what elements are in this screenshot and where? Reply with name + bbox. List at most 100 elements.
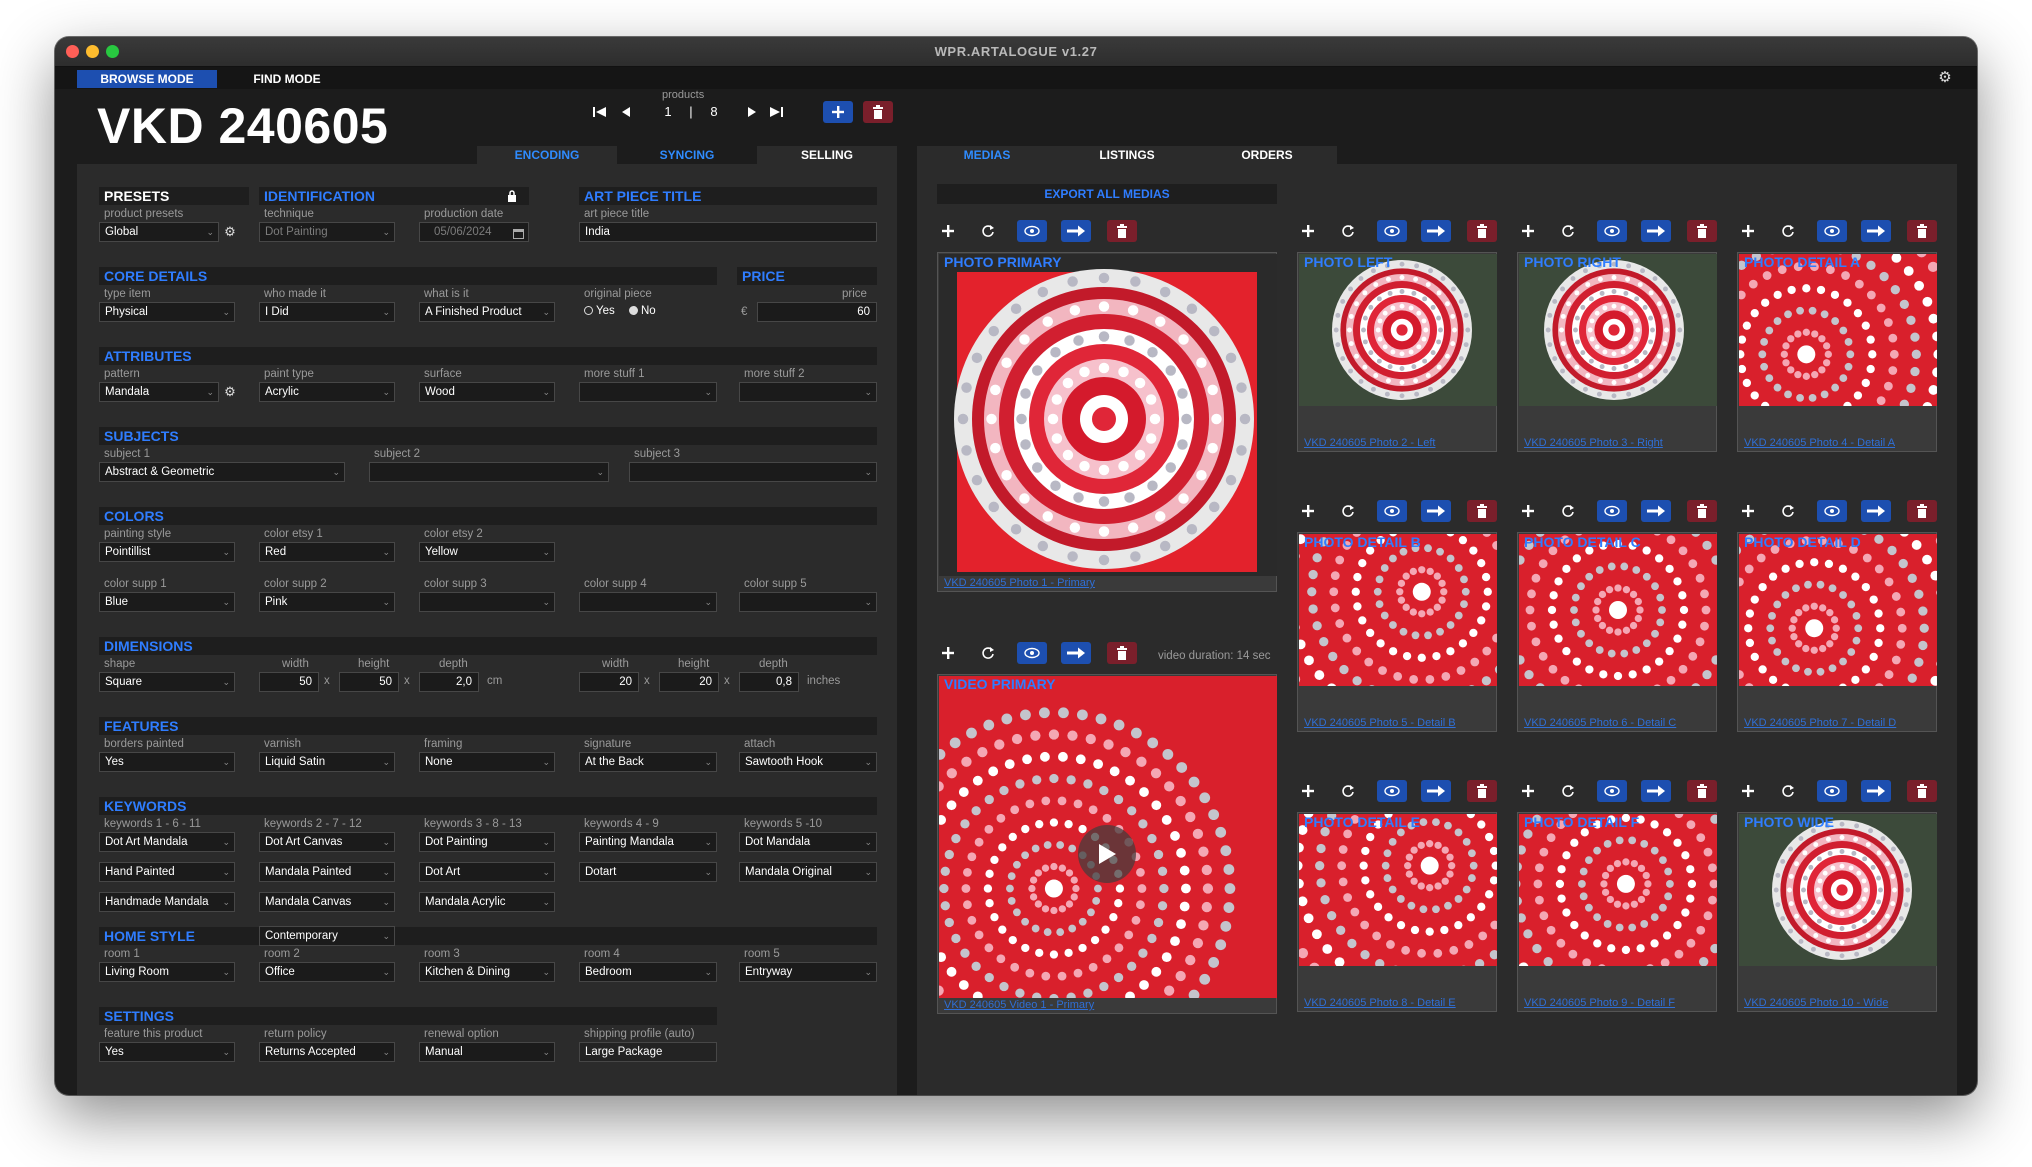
media-caption[interactable]: VKD 240605 Video 1 - Primary	[944, 999, 1094, 1011]
media-caption[interactable]: VKD 240605 Photo 7 - Detail D	[1744, 717, 1896, 729]
height-in-input[interactable]: 20	[659, 672, 719, 692]
trash-icon[interactable]	[1907, 780, 1937, 802]
subject-1-select[interactable]: Abstract & Geometric ⌄	[99, 462, 345, 482]
paint-type-select[interactable]: Acrylic ⌄	[259, 382, 395, 402]
room-2-select[interactable]: Office ⌄	[259, 962, 395, 982]
who-made-it-select[interactable]: I Did ⌄	[259, 302, 395, 322]
media-caption[interactable]: VKD 240605 Photo 8 - Detail E	[1304, 997, 1456, 1009]
refresh-icon[interactable]	[1777, 220, 1799, 242]
plus-icon[interactable]	[1297, 780, 1319, 802]
plus-icon[interactable]	[1737, 220, 1759, 242]
tab-syncing[interactable]: SYNCING	[617, 146, 757, 164]
arrow-right-icon[interactable]	[1861, 780, 1891, 802]
keyword-12-select[interactable]: Mandala Canvas ⌄	[259, 892, 395, 912]
framing-select[interactable]: None ⌄	[419, 752, 555, 772]
media-thumbnail[interactable]	[1299, 254, 1497, 436]
keyword-5-select[interactable]: Dot Mandala ⌄	[739, 832, 877, 852]
media-thumbnail[interactable]	[1519, 534, 1717, 716]
depth-in-input[interactable]: 0,8	[739, 672, 799, 692]
next-record-icon[interactable]	[739, 101, 765, 123]
height-cm-input[interactable]: 50	[339, 672, 399, 692]
media-card[interactable]: PHOTO DETAIL B VKD 240605 Photo 5 - Detai…	[1297, 532, 1497, 732]
media-caption[interactable]: VKD 240605 Photo 10 - Wide	[1744, 997, 1888, 1009]
arrow-right-icon[interactable]	[1421, 500, 1451, 522]
media-card[interactable]: PHOTO RIGHT VKD 240605 Photo 3 - Right	[1517, 252, 1717, 452]
arrow-right-icon[interactable]	[1421, 220, 1451, 242]
gear-icon[interactable]: ⚙	[223, 225, 237, 239]
media-caption[interactable]: VKD 240605 Photo 2 - Left	[1304, 437, 1435, 449]
pattern-select[interactable]: Mandala ⌄	[99, 382, 219, 402]
media-caption[interactable]: VKD 240605 Photo 6 - Detail C	[1524, 717, 1676, 729]
color-supp-3-select[interactable]: ⌄	[419, 592, 555, 612]
tab-orders[interactable]: ORDERS	[1197, 146, 1337, 164]
eye-icon[interactable]	[1817, 780, 1847, 802]
arrow-right-icon[interactable]	[1861, 220, 1891, 242]
trash-icon[interactable]	[1467, 500, 1497, 522]
last-record-icon[interactable]	[763, 101, 789, 123]
media-thumbnail[interactable]	[1519, 814, 1717, 996]
plus-icon[interactable]	[1737, 500, 1759, 522]
return-policy-select[interactable]: Returns Accepted ⌄	[259, 1042, 395, 1062]
home-style-select[interactable]: Contemporary ⌄	[259, 926, 395, 946]
shape-select[interactable]: Square ⌄	[99, 672, 235, 692]
arrow-right-icon[interactable]	[1061, 642, 1091, 664]
refresh-icon[interactable]	[1337, 500, 1359, 522]
export-all-medias-button[interactable]: EXPORT ALL MEDIAS	[937, 184, 1277, 204]
keyword-6-select[interactable]: Hand Painted ⌄	[99, 862, 235, 882]
surface-select[interactable]: Wood ⌄	[419, 382, 555, 402]
tab-listings[interactable]: LISTINGS	[1057, 146, 1197, 164]
plus-icon[interactable]	[1517, 500, 1539, 522]
trash-icon[interactable]	[1467, 220, 1497, 242]
media-caption[interactable]: VKD 240605 Photo 4 - Detail A	[1744, 437, 1895, 449]
refresh-icon[interactable]	[1777, 780, 1799, 802]
arrow-right-icon[interactable]	[1421, 780, 1451, 802]
browse-mode-button[interactable]: BROWSE MODE	[77, 70, 217, 88]
tab-encoding[interactable]: ENCODING	[477, 146, 617, 164]
color-supp-4-select[interactable]: ⌄	[579, 592, 717, 612]
type-item-select[interactable]: Physical ⌄	[99, 302, 235, 322]
refresh-icon[interactable]	[1557, 500, 1579, 522]
plus-icon[interactable]	[1517, 220, 1539, 242]
eye-icon[interactable]	[1377, 780, 1407, 802]
borders-painted-select[interactable]: Yes ⌄	[99, 752, 235, 772]
eye-icon[interactable]	[1597, 500, 1627, 522]
media-card[interactable]: PHOTO DETAIL C VKD 240605 Photo 6 - Detai…	[1517, 532, 1717, 732]
keyword-13-select[interactable]: Mandala Acrylic ⌄	[419, 892, 555, 912]
production-date-field[interactable]: 05/06/2024	[419, 222, 529, 242]
color-etsy-2-select[interactable]: Yellow ⌄	[419, 542, 555, 562]
color-supp-5-select[interactable]: ⌄	[739, 592, 877, 612]
room-3-select[interactable]: Kitchen & Dining ⌄	[419, 962, 555, 982]
tab-medias[interactable]: MEDIAS	[917, 146, 1057, 164]
room-4-select[interactable]: Bedroom ⌄	[579, 962, 717, 982]
varnish-select[interactable]: Liquid Satin ⌄	[259, 752, 395, 772]
eye-icon[interactable]	[1817, 500, 1847, 522]
trash-icon[interactable]	[1907, 220, 1937, 242]
current-record[interactable]: 1	[653, 102, 683, 122]
trash-icon[interactable]	[1907, 500, 1937, 522]
signature-select[interactable]: At the Back ⌄	[579, 752, 717, 772]
media-caption[interactable]: VKD 240605 Photo 5 - Detail B	[1304, 717, 1456, 729]
room-1-select[interactable]: Living Room ⌄	[99, 962, 235, 982]
keyword-1-select[interactable]: Dot Art Mandala ⌄	[99, 832, 235, 852]
technique-select[interactable]: Dot Painting ⌄	[259, 222, 395, 242]
media-card[interactable]: PHOTO LEFT VKD 240605 Photo 2 - Left	[1297, 252, 1497, 452]
plus-icon[interactable]	[1297, 500, 1319, 522]
media-thumbnail[interactable]	[1519, 254, 1717, 436]
eye-icon[interactable]	[1377, 220, 1407, 242]
refresh-icon[interactable]	[1337, 220, 1359, 242]
media-thumbnail[interactable]	[1739, 254, 1937, 436]
media-thumbnail[interactable]	[1739, 814, 1937, 996]
subject-2-select[interactable]: ⌄	[369, 462, 609, 482]
attach-select[interactable]: Sawtooth Hook ⌄	[739, 752, 877, 772]
media-caption[interactable]: VKD 240605 Photo 1 - Primary	[944, 577, 1095, 589]
color-supp-2-select[interactable]: Pink ⌄	[259, 592, 395, 612]
eye-icon[interactable]	[1597, 220, 1627, 242]
trash-icon[interactable]	[1687, 500, 1717, 522]
gear-icon[interactable]: ⚙	[223, 385, 237, 399]
product-presets-select[interactable]: Global ⌄	[99, 222, 219, 242]
refresh-icon[interactable]	[1557, 220, 1579, 242]
media-thumbnail[interactable]	[939, 254, 1277, 576]
tab-selling[interactable]: SELLING	[757, 146, 897, 164]
find-mode-button[interactable]: FIND MODE	[217, 70, 357, 88]
refresh-icon[interactable]	[977, 642, 999, 664]
